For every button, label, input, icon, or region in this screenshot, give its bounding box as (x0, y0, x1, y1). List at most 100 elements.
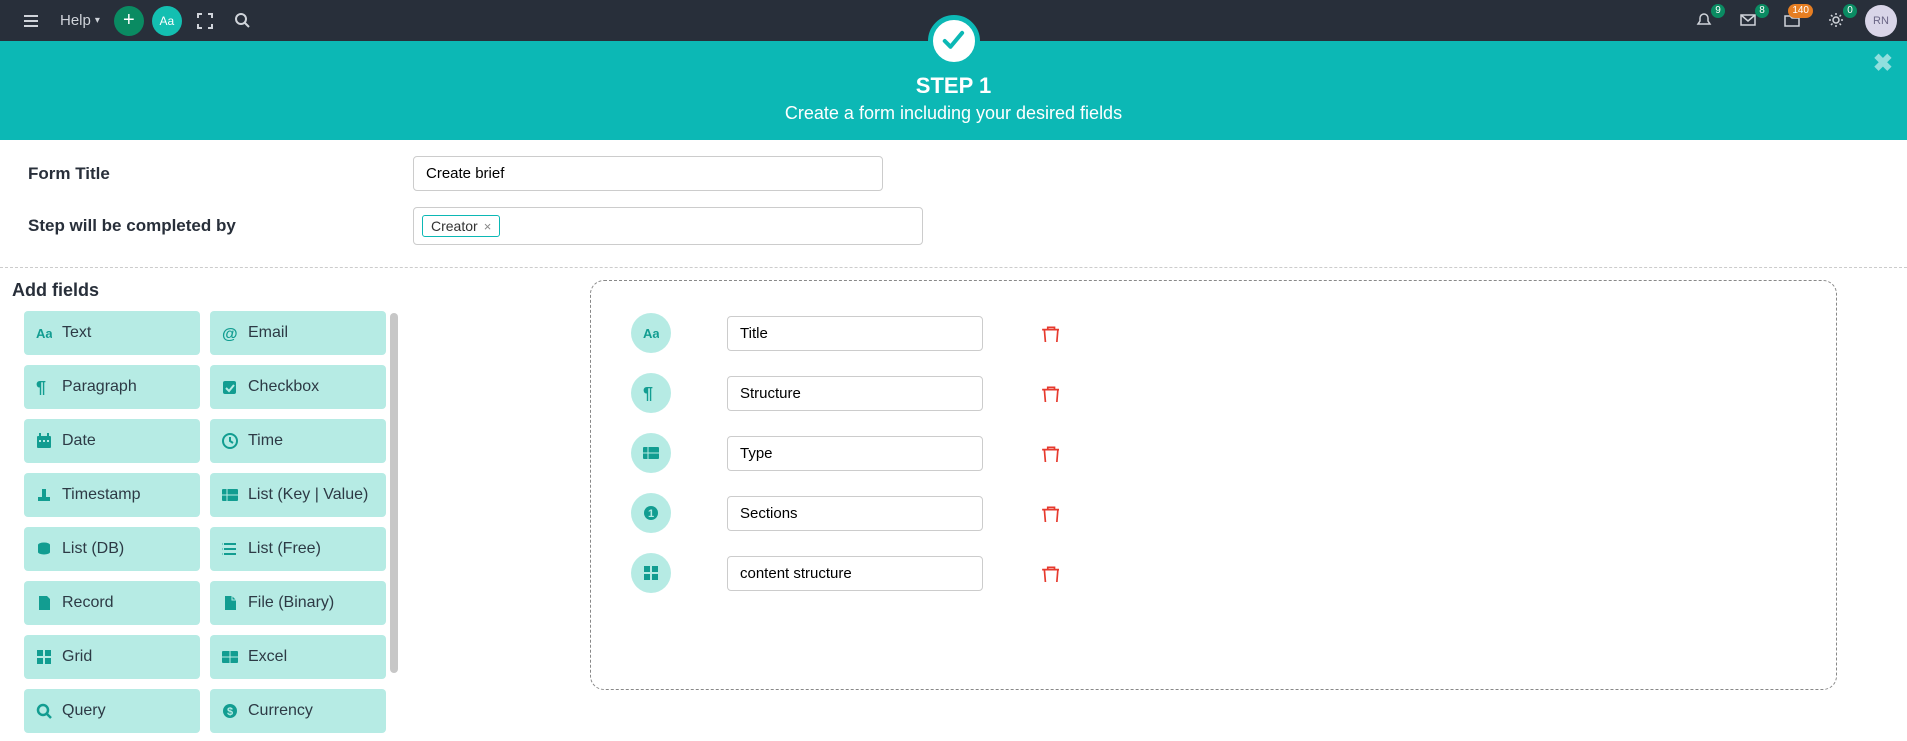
field-name-input[interactable] (727, 556, 983, 591)
canvas-field-row (591, 423, 1836, 483)
step-number: STEP 1 (0, 73, 1907, 99)
field-type-timestamp[interactable]: Timestamp (24, 473, 200, 517)
num-icon (631, 493, 671, 533)
field-type-query[interactable]: Query (24, 689, 200, 733)
delete-field-icon[interactable] (1041, 444, 1059, 462)
tag-remove-icon[interactable]: × (484, 219, 492, 234)
palette-scrollbar[interactable] (390, 313, 398, 673)
field-name-input[interactable] (727, 376, 983, 411)
canvas-field-row (591, 303, 1836, 363)
field-type-label: Paragraph (62, 378, 137, 396)
canvas-field-row (591, 543, 1836, 603)
help-menu[interactable]: Help ▾ (60, 12, 100, 29)
field-type-time[interactable]: Time (210, 419, 386, 463)
mail-icon[interactable]: 8 (1735, 7, 1763, 35)
field-type-checkbox[interactable]: Checkbox (210, 365, 386, 409)
field-name-input[interactable] (727, 436, 983, 471)
add-button[interactable]: + (114, 6, 144, 36)
field-type-email[interactable]: Email (210, 311, 386, 355)
delete-field-icon[interactable] (1041, 504, 1059, 522)
at-icon (222, 325, 248, 341)
field-type-label: Email (248, 324, 288, 342)
delete-field-icon[interactable] (1041, 384, 1059, 402)
field-type-record[interactable]: Record (24, 581, 200, 625)
record-icon (36, 595, 62, 611)
step-complete-icon (928, 15, 980, 67)
field-type-label: Excel (248, 648, 287, 666)
text-icon (36, 325, 62, 341)
field-type-list-free-[interactable]: List (Free) (210, 527, 386, 571)
listkv-icon (222, 487, 248, 503)
canvas-field-row (591, 483, 1836, 543)
settings-icon[interactable]: 0 (1823, 7, 1851, 35)
chevron-down-icon: ▾ (95, 15, 100, 26)
notifications-icon[interactable]: 9 (1691, 7, 1719, 35)
field-type-label: List (Free) (248, 540, 321, 558)
settings-badge: 0 (1843, 4, 1857, 18)
field-type-text[interactable]: Text (24, 311, 200, 355)
completed-by-row: Step will be completed by Creator × (0, 191, 1907, 245)
field-type-label: Text (62, 324, 91, 342)
cal-icon (36, 433, 62, 449)
field-type-label: Timestamp (62, 486, 141, 504)
field-type-list-key-value-[interactable]: List (Key | Value) (210, 473, 386, 517)
field-type-grid[interactable]: Grid (24, 635, 200, 679)
excel-icon (222, 649, 248, 665)
field-type-label: Currency (248, 702, 313, 720)
completed-by-label: Step will be completed by (28, 216, 413, 236)
search-icon[interactable] (230, 8, 256, 34)
field-type-label: List (Key | Value) (248, 486, 368, 504)
listfree-icon (222, 541, 248, 557)
currency-icon (222, 703, 248, 719)
form-title-label: Form Title (28, 164, 413, 184)
fullscreen-icon[interactable] (192, 8, 218, 34)
field-type-label: Record (62, 594, 114, 612)
field-type-label: List (DB) (62, 540, 124, 558)
clock-icon (222, 433, 248, 449)
check-icon (222, 379, 248, 395)
help-label: Help (60, 12, 91, 29)
notifications-badge: 9 (1711, 4, 1725, 18)
hamburger-icon[interactable] (18, 8, 44, 34)
field-type-date[interactable]: Date (24, 419, 200, 463)
field-type-file-binary-[interactable]: File (Binary) (210, 581, 386, 625)
delete-field-icon[interactable] (1041, 564, 1059, 582)
field-type-paragraph[interactable]: Paragraph (24, 365, 200, 409)
step-description: Create a form including your desired fie… (0, 103, 1907, 124)
field-type-label: Grid (62, 648, 92, 666)
completed-by-tag: Creator × (422, 215, 500, 237)
text-tool-button[interactable]: Aa (152, 6, 182, 36)
listkv-icon (631, 433, 671, 473)
field-type-excel[interactable]: Excel (210, 635, 386, 679)
delete-field-icon[interactable] (1041, 324, 1059, 342)
mail-badge: 8 (1755, 4, 1769, 18)
field-name-input[interactable] (727, 496, 983, 531)
field-name-input[interactable] (727, 316, 983, 351)
form-title-row: Form Title (0, 140, 1907, 191)
text-icon (631, 313, 671, 353)
field-type-label: Checkbox (248, 378, 319, 396)
user-avatar[interactable]: RN (1865, 5, 1897, 37)
para-icon (631, 373, 671, 413)
canvas-field-row (591, 363, 1836, 423)
completed-by-input[interactable]: Creator × (413, 207, 923, 245)
query-icon (36, 703, 62, 719)
field-type-list-db-[interactable]: List (DB) (24, 527, 200, 571)
folder-badge: 140 (1788, 4, 1813, 18)
close-icon[interactable]: ✖ (1873, 49, 1893, 78)
stamp-icon (36, 487, 62, 503)
field-type-label: File (Binary) (248, 594, 334, 612)
folder-icon[interactable]: 140 (1779, 7, 1807, 35)
step-banner: ✖ STEP 1 Create a form including your de… (0, 41, 1907, 140)
form-canvas[interactable] (590, 280, 1837, 690)
grid-icon (36, 649, 62, 665)
field-type-label: Date (62, 432, 96, 450)
divider (0, 267, 1907, 268)
grid-icon (631, 553, 671, 593)
para-icon (36, 379, 62, 395)
tag-label: Creator (431, 218, 478, 234)
field-type-currency[interactable]: Currency (210, 689, 386, 733)
add-fields-heading: Add fields (12, 280, 400, 301)
form-title-input[interactable] (413, 156, 883, 191)
field-type-label: Query (62, 702, 106, 720)
